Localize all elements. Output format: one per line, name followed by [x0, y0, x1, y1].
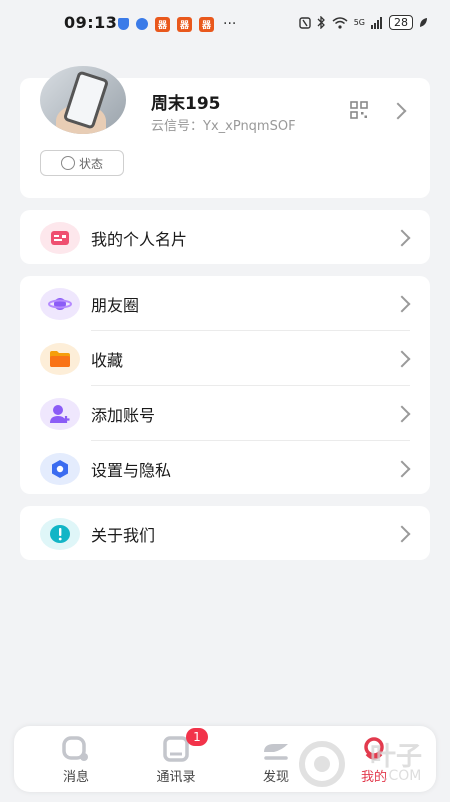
chevron-right-icon — [393, 350, 411, 368]
leaf-icon — [420, 18, 427, 27]
add-user-icon — [40, 397, 80, 430]
nickname: 周末195 — [151, 94, 221, 114]
nfc-icon — [299, 16, 311, 29]
menu-label: 设置与隐私 — [91, 460, 172, 480]
menu-label: 收藏 — [91, 350, 124, 370]
avatar[interactable] — [40, 66, 126, 134]
tab-label: 通讯录 — [156, 770, 196, 785]
battery-level: 28 — [389, 15, 413, 30]
system-icons: 5G 28 — [299, 15, 428, 30]
tab-messages[interactable]: 消息 — [36, 726, 116, 792]
planet-icon — [40, 287, 80, 320]
chevron-right-icon — [393, 525, 411, 543]
message-icon — [62, 736, 88, 761]
menu-item-settings[interactable]: 设置与隐私 — [20, 441, 430, 496]
menu-label: 我的个人名片 — [91, 229, 188, 249]
tab-contacts[interactable]: 1 通讯录 — [136, 726, 216, 792]
tab-label: 消息 — [62, 770, 89, 785]
app-notification-icon: 器 — [155, 16, 170, 32]
status-label: 状态 — [78, 156, 103, 171]
unread-badge: 1 — [186, 728, 208, 746]
signal-icon — [371, 16, 382, 29]
notification-icons: 器 器 器 ··· — [118, 16, 236, 32]
globe-icon — [136, 18, 148, 30]
menu-item-favorites[interactable]: 收藏 — [20, 331, 430, 386]
profile-card[interactable]: 周末195 云信号：Yx_xPnqmSOF 状态 — [20, 66, 430, 198]
discover-icon — [264, 744, 288, 760]
menu-label: 朋友圈 — [91, 295, 140, 315]
namecard-card: 我的个人名片 — [20, 210, 430, 264]
info-icon — [40, 517, 80, 550]
status-time: 09:13 — [64, 13, 118, 32]
menu-item-namecard[interactable]: 我的个人名片 — [20, 210, 430, 265]
menu-label: 关于我们 — [91, 525, 156, 545]
chevron-right-icon — [393, 405, 411, 423]
menu-card: 朋友圈 收藏 添加账号 设置与隐私 — [20, 276, 430, 494]
chevron-right-icon — [393, 460, 411, 478]
id-card-icon — [40, 221, 80, 254]
status-bar: 09:13 器 器 器 ··· 5G 28 — [0, 0, 450, 46]
menu-item-about[interactable]: 关于我们 — [20, 506, 430, 561]
signal-id: 云信号：Yx_xPnqmSOF — [151, 119, 296, 134]
smile-icon — [60, 156, 75, 170]
chevron-right-icon — [393, 295, 411, 313]
shield-icon — [118, 18, 129, 30]
menu-item-moments[interactable]: 朋友圈 — [20, 276, 430, 331]
chevron-right-icon — [393, 229, 411, 247]
menu-label: 添加账号 — [91, 405, 156, 425]
qr-code-icon[interactable] — [350, 101, 368, 119]
chevron-right-icon — [389, 102, 407, 120]
more-notifications-icon: ··· — [223, 16, 237, 32]
bluetooth-icon — [317, 16, 325, 29]
network-type: 5G — [353, 18, 365, 27]
watermark-domain: .COM — [384, 768, 422, 784]
menu-item-add-account[interactable]: 添加账号 — [20, 386, 430, 441]
about-card: 关于我们 — [20, 506, 430, 560]
folder-icon — [40, 342, 80, 375]
watermark-logo: 叶子 .COM — [294, 728, 444, 798]
app-notification-icon: 器 — [199, 16, 214, 32]
app-notification-icon: 器 — [177, 16, 192, 32]
settings-icon — [40, 452, 80, 485]
wifi-icon — [332, 16, 348, 29]
status-button[interactable]: 状态 — [40, 150, 124, 176]
